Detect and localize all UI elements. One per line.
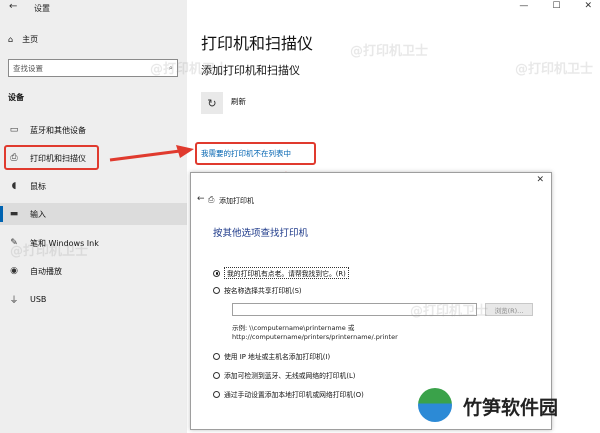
option-old-printer[interactable]: 我的打印机有点老。请帮我找到它。(R)	[213, 267, 349, 279]
sidebar-item-mouse[interactable]: ◖ 鼠标	[0, 175, 187, 197]
window-controls: — ☐ ✕	[519, 1, 592, 11]
watermark: @打印机卫士	[515, 62, 594, 77]
option-label: 通过手动设置添加本地打印机或网络打印机(O)	[224, 391, 364, 399]
option-bluetooth-wireless[interactable]: 添加可检测到蓝牙、无线或网络的打印机(L)	[213, 370, 355, 380]
home-label: 主页	[22, 35, 39, 44]
highlight-box-printers	[4, 145, 99, 170]
window-title: 设置	[34, 4, 50, 13]
dialog-heading: 按其他选项查找打印机	[213, 228, 309, 239]
maximize-button[interactable]: ☐	[552, 1, 560, 11]
search-placeholder: 查找设置	[13, 63, 43, 73]
minimize-button[interactable]: —	[519, 1, 528, 11]
option-label: 按名称选择共享打印机(S)	[224, 287, 302, 295]
home-icon: ⌂	[8, 35, 14, 44]
radio-button[interactable]	[213, 286, 220, 294]
bluetooth-icon: ▭	[9, 125, 19, 135]
radio-button[interactable]	[213, 352, 220, 360]
sidebar-home[interactable]: ⌂ 主页	[8, 34, 38, 45]
sidebar-item-label: USB	[30, 294, 47, 304]
not-listed-link[interactable]: 我需要的打印机不在列表中	[195, 142, 316, 165]
sidebar-item-label: 自动播放	[30, 266, 62, 276]
section-heading: 设备	[8, 93, 24, 102]
refresh-label: 刷新	[231, 97, 246, 106]
add-printer-dialog: ✕ ← ⎙ 添加打印机 按其他选项查找打印机 我的打印机有点老。请帮我找到它。(…	[190, 172, 552, 430]
back-arrow-icon[interactable]: ←	[9, 1, 17, 12]
dialog-back-icon[interactable]: ←	[197, 194, 205, 204]
sidebar-item-bluetooth[interactable]: ▭ 蓝牙和其他设备	[0, 119, 187, 141]
browse-button[interactable]: 浏览(R)...	[485, 303, 533, 316]
sidebar-item-label: 输入	[30, 209, 46, 219]
keyboard-icon: ▬	[9, 209, 19, 219]
watermark: @打印机卫士	[10, 244, 89, 259]
watermark: @打印机卫士	[410, 304, 489, 319]
example-line-2: http://computername/printers/printername…	[232, 333, 398, 341]
brand-logo-icon	[418, 388, 452, 422]
watermark: @打印机卫士	[350, 44, 429, 59]
option-shared-printer[interactable]: 按名称选择共享打印机(S)	[213, 285, 302, 295]
radio-button[interactable]	[213, 371, 220, 379]
sidebar-item-label: 蓝牙和其他设备	[30, 125, 86, 135]
sidebar-item-input[interactable]: ▬ 输入	[0, 203, 187, 225]
example-line-1: 示例: \\computername\printername 或	[232, 324, 355, 332]
option-label: 使用 IP 地址或主机名添加打印机(I)	[224, 353, 331, 361]
refresh-icon: ↻	[207, 96, 217, 110]
dialog-title: 添加打印机	[219, 197, 254, 205]
autoplay-icon: ◉	[10, 266, 18, 276]
refresh-button[interactable]: ↻	[201, 92, 223, 114]
example-text: 示例: \\computername\printername 或 http://…	[232, 324, 398, 342]
watermark: @打印机卫士	[150, 62, 229, 77]
option-manual-local[interactable]: 通过手动设置添加本地打印机或网络打印机(O)	[213, 389, 364, 399]
dialog-close-icon[interactable]: ✕	[536, 175, 544, 185]
option-label: 我的打印机有点老。请帮我找到它。(R)	[224, 267, 349, 279]
usb-icon: ⏚	[9, 295, 19, 306]
sidebar-item-usb[interactable]: ⏚ USB	[0, 288, 187, 310]
option-label: 添加可检测到蓝牙、无线或网络的打印机(L)	[224, 372, 356, 380]
radio-button[interactable]	[213, 269, 220, 277]
mouse-icon: ◖	[11, 181, 17, 191]
settings-window: ← 设置 ⌂ 主页 查找设置 ⌕ 设备 ▭ 蓝牙和其他设备 ⎙ 打印机和扫描仪 …	[0, 0, 600, 433]
sidebar-item-autoplay[interactable]: ◉ 自动播放	[0, 260, 187, 282]
brand-watermark: 竹笋软件园	[463, 397, 559, 419]
radio-button[interactable]	[213, 390, 220, 398]
close-button[interactable]: ✕	[584, 1, 592, 11]
red-arrow-icon	[109, 145, 194, 162]
printer-icon: ⎙	[208, 195, 215, 204]
sidebar-item-label: 鼠标	[30, 181, 46, 191]
option-ip-address[interactable]: 使用 IP 地址或主机名添加打印机(I)	[213, 351, 330, 361]
page-title: 打印机和扫描仪	[201, 34, 314, 53]
